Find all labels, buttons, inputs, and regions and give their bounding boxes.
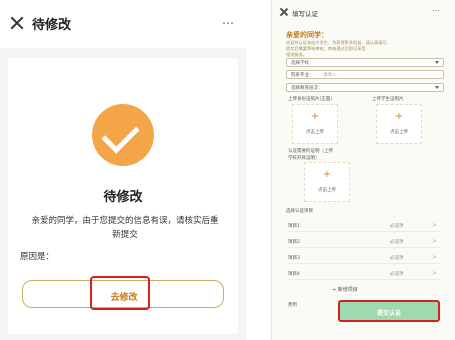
submit-button-label: 提交认证 [376, 310, 401, 317]
major-input[interactable]: 院系专业： 请填入 [286, 70, 444, 79]
right-phone-screen: 填写认证 ⋯ 亲爱的同学： 欢迎你认证本站大学生，为获得更多权益，请认真填写， … [271, 0, 455, 340]
upload-front-box[interactable]: + 点击上传 [292, 104, 338, 144]
item-name: 项目4 [288, 272, 300, 277]
enrollment-label-line2: 学校开具证明） [288, 156, 320, 161]
reason-label: 原因是： [20, 252, 55, 262]
school-select-label: 选择学校： [291, 61, 314, 66]
screenshot-composite: 待修改 ⋯ 待修改 亲爱的同学，由于您提交的信息有误，请核实后重 新提交 原因是… [0, 0, 455, 340]
item-required: 必选项 [390, 224, 404, 229]
status-card: 待修改 亲爱的同学，由于您提交的信息有误，请核实后重 新提交 原因是： 去修改 [8, 58, 238, 334]
page-title: 待修改 [32, 18, 72, 33]
upload-front-label: 上传身份证照片(正面) [288, 97, 333, 102]
item-required: 必选项 [390, 272, 404, 277]
upload-enrollment-box[interactable]: + 点击上传 [304, 162, 350, 202]
intro-text: 欢迎你认证本站大学生，为获得更多权益，请认真填写， 提交后需要等待审核，审核通过… [286, 40, 444, 58]
item-row[interactable]: 项目4 必选项 > [286, 268, 442, 280]
item-name: 项目1 [288, 224, 300, 229]
more-icon[interactable]: ⋯ [222, 17, 235, 29]
fee-label: 费用 [288, 303, 297, 308]
item-row[interactable]: 项目2 必选项 > [286, 236, 442, 248]
upload-action: 点击上传 [318, 188, 336, 193]
item-required: 必选项 [390, 240, 404, 245]
upload-back-box[interactable]: + 点击上传 [376, 104, 422, 144]
items-section-title: 选择认证项目 [286, 209, 313, 214]
chevron-right-icon: > [432, 222, 438, 229]
status-message-line1: 亲爱的同学，由于您提交的信息有误，请核实后重 [31, 216, 219, 226]
upload-action: 点击上传 [390, 130, 408, 135]
item-name: 项目2 [288, 240, 300, 245]
plus-icon: + [322, 169, 332, 180]
item-row[interactable]: 项目3 必选项 > [286, 252, 442, 264]
status-message: 亲爱的同学，由于您提交的信息有误，请核实后重 新提交 [18, 214, 232, 242]
item-name: 项目3 [288, 256, 300, 261]
education-level-select[interactable]: 选择教育层次： [286, 83, 444, 92]
edit-button-highlight [90, 276, 150, 310]
add-item-button[interactable]: + 新增项目 [332, 286, 358, 293]
chevron-right-icon: > [432, 238, 438, 245]
school-select[interactable]: 选择学校： [286, 58, 444, 67]
top-bar: 填写认证 ⋯ [272, 0, 455, 26]
submit-button[interactable]: 提交认证 [338, 300, 440, 322]
close-icon[interactable] [10, 16, 24, 30]
major-input-label: 院系专业： [291, 73, 314, 78]
chevron-right-icon: > [432, 254, 438, 261]
item-row[interactable]: 项目1 必选项 > [286, 220, 442, 232]
chevron-down-icon [435, 61, 439, 64]
plus-icon: + [310, 111, 320, 122]
major-input-value: 请填入 [323, 73, 337, 78]
check-circle-icon [92, 104, 154, 166]
status-message-line2: 新提交 [112, 230, 138, 240]
top-bar: 待修改 ⋯ [0, 0, 246, 48]
education-level-label: 选择教育层次： [291, 86, 323, 91]
page-title: 填写认证 [292, 10, 318, 18]
upload-back-label: 上传学生证照片 [372, 97, 404, 102]
item-required: 必选项 [390, 256, 404, 261]
chevron-down-icon [435, 86, 439, 89]
close-icon[interactable] [280, 8, 288, 16]
plus-icon: + [394, 111, 404, 122]
enrollment-label-line1: 认证需要的证明（上传 [288, 149, 333, 154]
upload-action: 点击上传 [306, 130, 324, 135]
chevron-right-icon: > [432, 270, 438, 277]
greeting: 亲爱的同学： [286, 31, 328, 39]
left-phone-screen: 待修改 ⋯ 待修改 亲爱的同学，由于您提交的信息有误，请核实后重 新提交 原因是… [0, 0, 246, 340]
status-heading: 待修改 [103, 190, 143, 205]
more-icon[interactable]: ⋯ [432, 7, 440, 15]
